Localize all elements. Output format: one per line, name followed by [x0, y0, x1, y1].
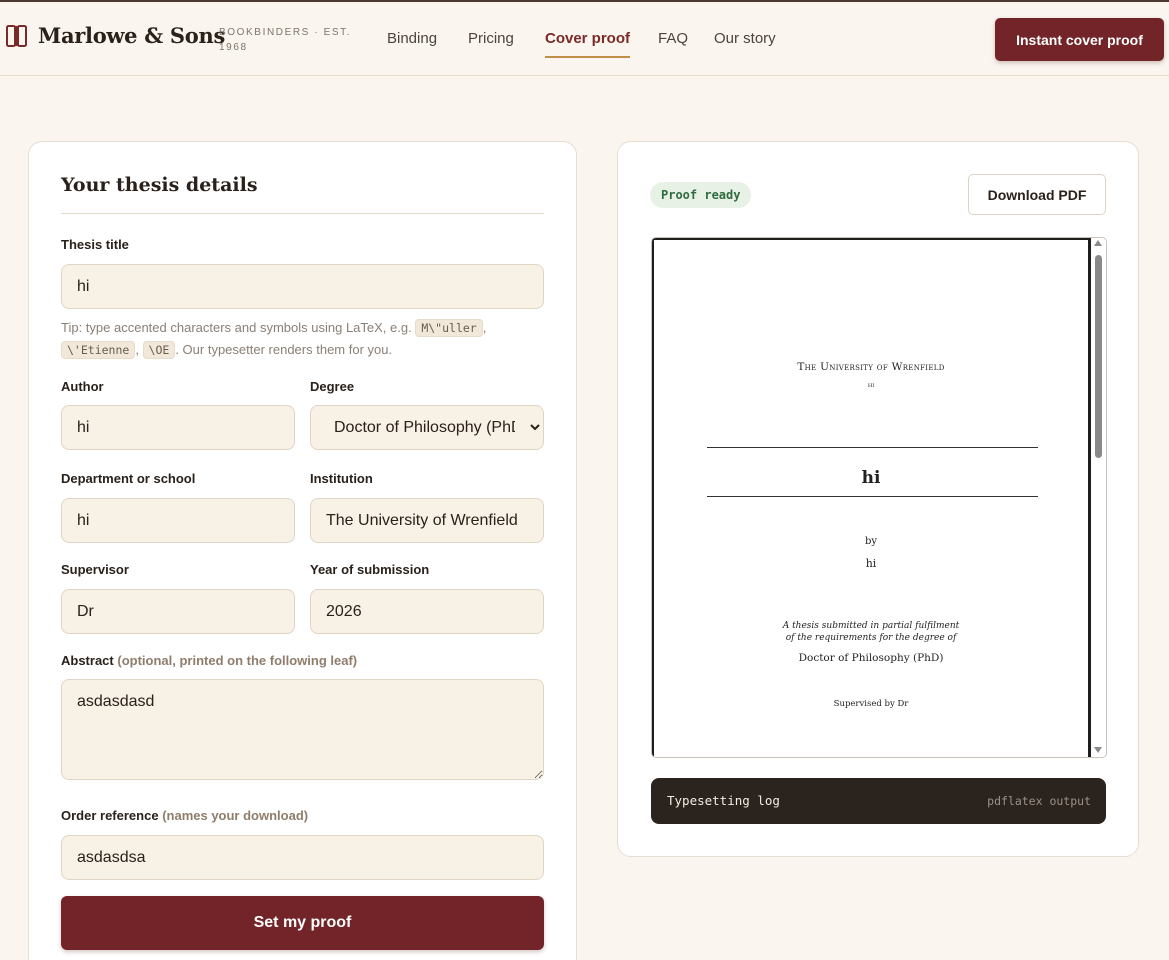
- nav-pricing[interactable]: Pricing: [468, 30, 514, 47]
- institution-input[interactable]: [310, 498, 544, 543]
- tip-text-end: . Our typesetter renders them for you.: [175, 342, 393, 357]
- tip-separator: ,: [135, 342, 143, 357]
- supervisor-label: Supervisor: [61, 562, 129, 577]
- thesis-title-input[interactable]: [61, 264, 544, 309]
- page-department: hi: [867, 381, 875, 389]
- institution-label: Institution: [310, 471, 373, 486]
- abstract-textarea[interactable]: asdasdasd: [61, 679, 544, 780]
- instant-cover-proof-button[interactable]: Instant cover proof: [995, 18, 1164, 61]
- degree-label: Degree: [310, 379, 355, 394]
- page-submitted-line1: A thesis submitted in partial fulfilment: [782, 621, 960, 631]
- title-divider: [61, 213, 544, 214]
- abstract-hint: (optional, printed on the following leaf…: [117, 653, 358, 668]
- proof-preview-card: Proof ready Download PDF The University …: [617, 141, 1139, 857]
- page-university: The University of Wrenfield: [797, 361, 945, 373]
- author-input[interactable]: [61, 405, 295, 450]
- brand-name: Marlowe & Sons: [38, 23, 225, 48]
- abstract-label-text: Abstract: [61, 653, 114, 668]
- year-label: Year of submission: [310, 562, 430, 577]
- brand[interactable]: Marlowe & Sons: [6, 23, 225, 48]
- order-reference-input[interactable]: [61, 835, 544, 880]
- scroll-up-arrow-icon[interactable]: [1094, 240, 1102, 246]
- degree-select[interactable]: Doctor of Philosophy (PhD): [310, 405, 544, 450]
- pdf-page: The University of Wrenfield hi hi by hi …: [652, 238, 1091, 757]
- nav-our-story[interactable]: Our story: [714, 30, 776, 47]
- tip-code-muller: M\"uller: [415, 319, 483, 337]
- set-my-proof-button[interactable]: Set my proof: [61, 896, 544, 950]
- thesis-title-label: Thesis title: [61, 237, 129, 252]
- scroll-down-arrow-icon[interactable]: [1094, 747, 1102, 753]
- tip-text: Tip: type accented characters and symbol…: [61, 320, 416, 335]
- typesetting-log[interactable]: Typesetting log pdflatex output: [651, 778, 1106, 824]
- brand-tagline: BOOKBINDERS · EST. 1968: [219, 27, 352, 53]
- supervisor-input[interactable]: [61, 589, 295, 634]
- tip-separator: ,: [482, 320, 487, 335]
- abstract-label: Abstract (optional, printed on the follo…: [61, 653, 357, 668]
- author-label: Author: [61, 379, 104, 394]
- thesis-details-card: Your thesis details Thesis title Tip: ty…: [28, 141, 577, 960]
- form-title: Your thesis details: [61, 174, 258, 196]
- nav-cover-proof[interactable]: Cover proof: [545, 30, 630, 47]
- page-supervisor: Supervised by Dr: [833, 699, 909, 709]
- log-meta: pdflatex output: [987, 794, 1091, 808]
- tip-code-oe: \OE: [142, 341, 176, 359]
- page-submitted-line2: of the requirements for the degree of: [785, 633, 957, 643]
- book-logo-icon: [6, 24, 27, 47]
- log-title: Typesetting log: [667, 793, 780, 808]
- page-title: hi: [861, 468, 881, 488]
- nav-faq[interactable]: FAQ: [658, 30, 688, 47]
- nav-active-underline: [545, 56, 630, 58]
- pdf-viewer[interactable]: The University of Wrenfield hi hi by hi …: [651, 237, 1107, 758]
- page-rule-top: [707, 447, 1038, 448]
- year-input[interactable]: [310, 589, 544, 634]
- department-input[interactable]: [61, 498, 295, 543]
- download-pdf-button[interactable]: Download PDF: [968, 174, 1106, 215]
- page-rule-bottom: [707, 496, 1038, 497]
- scrollbar-thumb[interactable]: [1095, 255, 1102, 458]
- tip-code-etienne: \'Etienne: [61, 341, 136, 359]
- viewer-scrollbar[interactable]: [1091, 238, 1106, 757]
- status-badge: Proof ready: [650, 182, 752, 208]
- order-reference-hint: (names your download): [162, 808, 309, 823]
- site-header: Marlowe & Sons BOOKBINDERS · EST. 1968 B…: [0, 2, 1169, 76]
- page-degree: Doctor of Philosophy (PhD): [798, 652, 944, 664]
- order-reference-label-text: Order reference: [61, 808, 159, 823]
- nav-binding[interactable]: Binding: [387, 30, 437, 47]
- latex-tip: Tip: type accented characters and symbol…: [61, 317, 547, 361]
- order-reference-label: Order reference (names your download): [61, 808, 308, 823]
- department-label: Department or school: [61, 471, 196, 486]
- page-by: by: [864, 536, 878, 547]
- page-author: hi: [865, 557, 877, 570]
